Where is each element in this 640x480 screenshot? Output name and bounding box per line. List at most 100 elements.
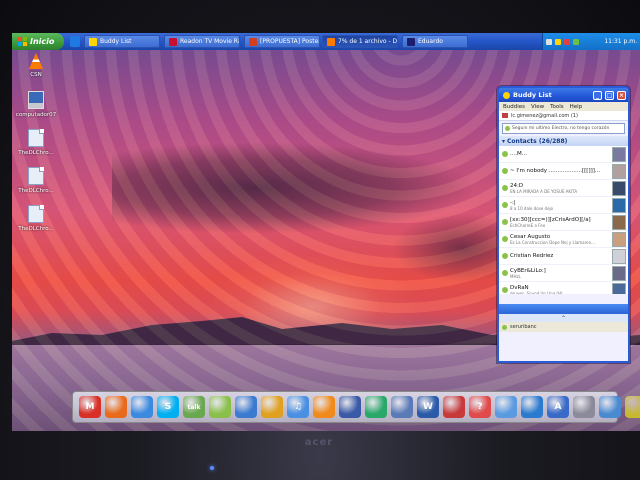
start-button[interactable]: Inicio: [12, 33, 64, 50]
contact-text: ....M...: [510, 151, 610, 157]
desktop-icon[interactable]: TheDLChro...: [16, 167, 56, 194]
desktop-icon[interactable]: TheDLChro...: [16, 129, 56, 156]
app-icon: [89, 37, 97, 46]
contact-status-message: EchCharreE a Feo: [510, 222, 546, 228]
traffic-cone-icon: [29, 53, 43, 69]
folder-icon[interactable]: [599, 396, 621, 418]
app-store-icon[interactable]: A: [547, 396, 569, 418]
skype-icon[interactable]: S: [157, 396, 179, 418]
contact-row[interactable]: Cesar Augusto Es La Construccion Dope Nej…: [499, 231, 628, 248]
menu-item-help[interactable]: Help: [570, 104, 583, 110]
avatar: [612, 180, 626, 196]
contact-text: CyBEr&LiLo:] MHzL: [510, 268, 610, 279]
contact-text: Cesar Augusto Es La Construccion Dope Nej…: [510, 234, 610, 245]
close-button[interactable]: ×: [617, 90, 626, 100]
volume-icon[interactable]: [555, 38, 561, 45]
gtalk-icon[interactable]: talk: [183, 396, 205, 418]
avatar: [612, 163, 626, 179]
itunes-icon[interactable]: ♫: [287, 396, 309, 418]
bird-icon[interactable]: [495, 396, 517, 418]
desktop-screen: Inicio Buddy List Readon TV Movie Ra... [P…: [12, 33, 640, 431]
taskbar-button[interactable]: Buddy List: [84, 35, 160, 48]
windows-icon[interactable]: [521, 396, 543, 418]
selected-strip[interactable]: [499, 304, 628, 314]
road-sign-icon[interactable]: [625, 396, 640, 418]
status-dot-icon: [502, 270, 508, 276]
firefox-icon[interactable]: [105, 396, 127, 418]
desktop-icon-label: TheDLChro...: [18, 226, 54, 232]
word-icon[interactable]: W: [417, 396, 439, 418]
help-icon[interactable]: ?: [469, 396, 491, 418]
contact-row[interactable]: DvRaN de wes, Sound Un Una (H): [499, 282, 628, 294]
contacts-group-header[interactable]: ▾ Contacts (26/288): [499, 136, 628, 146]
menu-item-tools[interactable]: Tools: [550, 104, 564, 110]
computer-icon: [28, 91, 44, 109]
safari-icon[interactable]: [131, 396, 153, 418]
monitor-icon[interactable]: [339, 396, 361, 418]
chevron-up-icon: ⌃: [560, 314, 567, 322]
contact-row[interactable]: [xx:30][ccc=)][zCrisArdO][/a] EchCharreE …: [499, 214, 628, 231]
clock[interactable]: 11:31 p.m.: [604, 38, 637, 45]
contact-row[interactable]: CyBEr&LiLo:] MHzL: [499, 265, 628, 282]
avatar: [612, 282, 626, 294]
contact-row[interactable]: -:| 8 a 10 dale dose dejo: [499, 197, 628, 214]
vlc-icon[interactable]: [313, 396, 335, 418]
contact-row[interactable]: Cristian Redriez: [499, 248, 628, 265]
avatar: [612, 197, 626, 213]
bucket-icon[interactable]: [209, 396, 231, 418]
app-icon: [407, 37, 415, 46]
brand-logo: acer: [304, 437, 334, 448]
antivirus-icon[interactable]: [564, 38, 570, 45]
contact-status-message: Es La Construccion Dope Nej y Llamaron..…: [510, 239, 595, 245]
desktop-icon-label: CSN: [30, 72, 42, 78]
desktop-icon[interactable]: computador07: [16, 91, 56, 118]
collapse-arrow-icon: ▾: [502, 137, 506, 145]
start-label: Inicio: [30, 37, 55, 46]
status-message-field[interactable]: Seguin mi ultimo Electro, no tengo coraz…: [502, 123, 625, 134]
buddy-list-titlebar[interactable]: Buddy List _ □ ×: [499, 88, 628, 102]
no-icon[interactable]: [443, 396, 465, 418]
account-row[interactable]: lc.gimenez@gmail.com (1): [499, 111, 628, 121]
buddy-list-window: Buddy List _ □ × Buddies View Tools Help lc…: [497, 86, 630, 363]
taskbar-button[interactable]: Eduardo: [402, 35, 468, 48]
network-icon[interactable]: [546, 38, 552, 45]
desktop-icon-label: TheDLChro...: [18, 150, 54, 156]
app-icon: [169, 37, 177, 46]
contact-text: 24:D EN LA MIRADA A DE YOSUE AKITA: [510, 183, 610, 194]
taskbar-button[interactable]: 7% de 1 archivo - De...: [322, 35, 398, 48]
menu-item-buddies[interactable]: Buddies: [503, 104, 525, 110]
taskbar-button-label: Readon TV Movie Ra...: [180, 38, 239, 45]
gmail-icon[interactable]: M: [79, 396, 101, 418]
app-icon: [249, 37, 257, 46]
taskbar-button-label: 7% de 1 archivo - De...: [338, 38, 398, 45]
windows-logo-icon: [18, 37, 27, 46]
bottom-status[interactable]: seruribanc: [499, 322, 628, 332]
contact-row[interactable]: ....M...: [499, 146, 628, 163]
disk-icon[interactable]: [365, 396, 387, 418]
minimize-button[interactable]: _: [593, 90, 602, 100]
taskbar-button[interactable]: [PROPUESTA] Postea...: [244, 35, 320, 48]
status-dot-icon: [505, 126, 510, 131]
scroll-tab[interactable]: ⌃: [499, 314, 628, 322]
quick-launch-icon[interactable]: [70, 36, 80, 47]
status-dot-icon: [502, 185, 508, 191]
dock-bar: M Stalk ♫ W? A: [72, 391, 640, 423]
contact-row[interactable]: ~ I'm nobody ...................[[[]]]..…: [499, 163, 628, 180]
maximize-button[interactable]: □: [605, 90, 614, 100]
avatar: [612, 248, 626, 264]
contact-row[interactable]: 24:D EN LA MIRADA A DE YOSUE AKITA: [499, 180, 628, 197]
taskbar-button[interactable]: Readon TV Movie Ra...: [164, 35, 240, 48]
status-dot-icon: [502, 151, 508, 157]
mail-icon[interactable]: [391, 396, 413, 418]
pencil-icon[interactable]: [261, 396, 283, 418]
desktop-icon[interactable]: CSN: [16, 53, 56, 78]
trash-icon[interactable]: [573, 396, 595, 418]
mail-icon: [502, 113, 508, 118]
bottom-status-label: seruribanc: [510, 324, 537, 330]
desktop-icon[interactable]: TheDLChro...: [16, 205, 56, 232]
messenger-tray-icon[interactable]: [573, 38, 579, 45]
contact-text: [xx:30][ccc=)][zCrisArdO][/a] EchCharreE …: [510, 217, 610, 228]
menu-item-view[interactable]: View: [531, 104, 544, 110]
swirl-icon[interactable]: [235, 396, 257, 418]
taskbar-button-label: Eduardo: [418, 38, 443, 45]
